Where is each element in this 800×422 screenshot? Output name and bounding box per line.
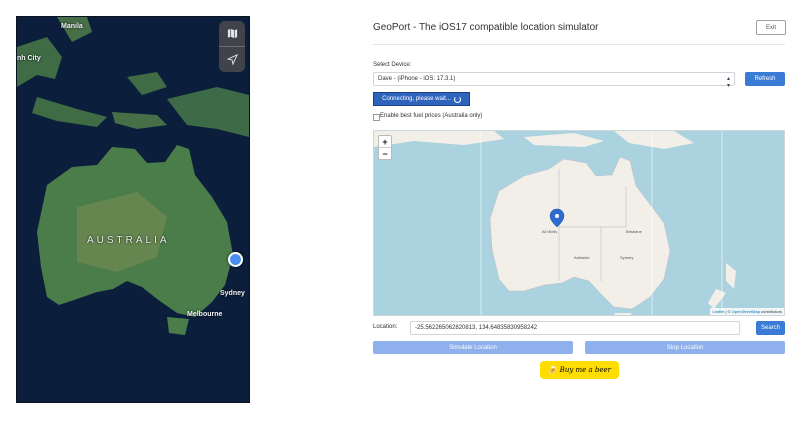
search-button[interactable]: Search xyxy=(756,321,785,335)
refresh-button[interactable]: Refresh xyxy=(745,72,785,86)
page-title: GeoPort - The iOS17 compatible location … xyxy=(373,22,599,33)
zoom-out-button[interactable]: − xyxy=(379,148,391,159)
location-map-tiles xyxy=(374,131,784,315)
location-input-value: -25.562265062820813, 134.64835830958242 xyxy=(415,325,538,331)
select-caret-icon: ▴ ▾ xyxy=(726,76,730,89)
bmc-label: Buy me a beer xyxy=(559,366,612,374)
fuel-prices-label: Enable best fuel prices (Australia only) xyxy=(380,113,483,119)
label-melbourne: Melbourne xyxy=(187,311,223,318)
location-label: Location: xyxy=(373,324,398,330)
leaflet-link[interactable]: Leaflet xyxy=(712,309,724,314)
map-controls xyxy=(219,21,245,72)
satellite-map xyxy=(17,17,249,402)
zoom-in-button[interactable]: + xyxy=(379,136,391,147)
select-device-label: Select Device: xyxy=(373,62,412,68)
map-label-adelaide: Adelaide xyxy=(574,255,590,260)
map-label-alice: Ali Wells xyxy=(542,229,558,234)
label-australia: AUSTRALIA xyxy=(87,235,170,246)
zoom-control: + − xyxy=(378,135,392,160)
map-attribution: Leaflet | © OpenStreetMap contributors xyxy=(710,308,784,315)
spinner-icon xyxy=(453,95,461,103)
device-select[interactable]: Dave - (iPhone - iOS: 17.3.1) ▴ ▾ xyxy=(373,72,735,89)
device-select-value: Dave - (iPhone - iOS: 17.3.1) xyxy=(378,76,456,82)
attribution-separator: | © xyxy=(725,309,731,314)
osm-link[interactable]: OpenStreetMap xyxy=(732,309,760,314)
location-input[interactable]: -25.562265062820813, 134.64835830958242 xyxy=(410,321,740,335)
connect-button-label: Connecting, please wait... xyxy=(382,96,451,102)
connect-button[interactable]: Connecting, please wait... xyxy=(373,92,470,106)
simulate-location-button[interactable]: Simulate Location xyxy=(373,341,573,354)
header-divider xyxy=(373,44,785,45)
label-sydney: Sydney xyxy=(220,290,245,297)
map-icon[interactable] xyxy=(219,21,245,46)
label-manila: Manila xyxy=(61,23,83,30)
current-location-dot xyxy=(228,252,243,267)
label-ho-chi-minh: nh City xyxy=(17,55,41,62)
phone-map[interactable]: Manila nh City AUSTRALIA Sydney Melbourn… xyxy=(16,16,250,403)
map-label-sydney: Sydney xyxy=(620,255,634,260)
map-label-brisbane: Brisbane xyxy=(626,229,642,234)
attribution-tail: contributors xyxy=(761,309,782,314)
beer-icon: 🍺 xyxy=(547,366,557,374)
stop-location-button[interactable]: Stop Location xyxy=(585,341,785,354)
location-map[interactable]: + − Ali Wells Brisbane Sydney Adelaide L… xyxy=(373,130,785,316)
location-arrow-icon[interactable] xyxy=(219,47,245,72)
buy-me-a-beer-button[interactable]: 🍺 Buy me a beer xyxy=(540,361,619,379)
exit-button[interactable]: Exit xyxy=(756,20,786,35)
fuel-prices-checkbox[interactable] xyxy=(373,114,380,121)
